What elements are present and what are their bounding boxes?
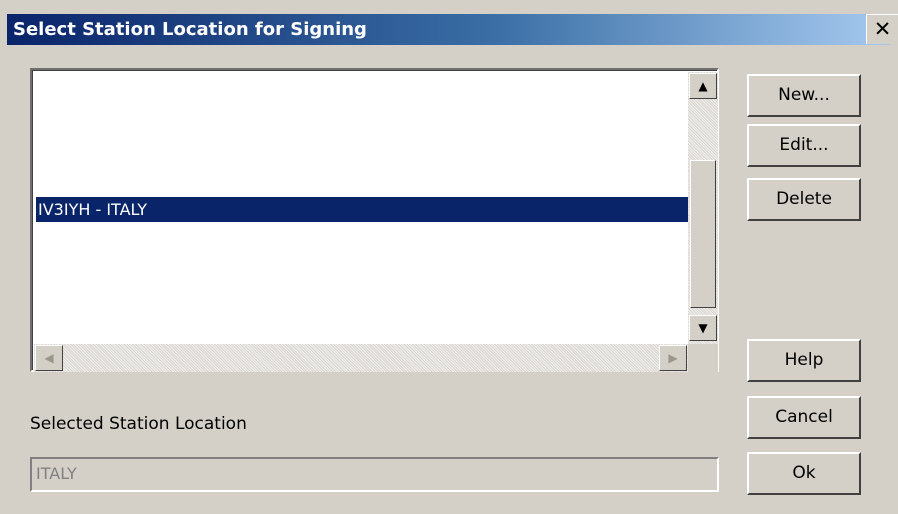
horizontal-scrollbar-track[interactable] — [34, 344, 688, 372]
edit-button[interactable]: Edit... — [747, 124, 861, 167]
dialog-title: Select Station Location for Signing — [13, 19, 367, 40]
close-icon[interactable]: ✕ — [866, 14, 898, 44]
cancel-button[interactable]: Cancel — [747, 396, 861, 439]
list-item-selected[interactable]: IV3IYH - ITALY — [36, 197, 688, 222]
title-bar[interactable]: Select Station Location for Signing — [7, 14, 890, 45]
ok-button[interactable]: Ok — [747, 452, 861, 495]
new-button[interactable]: New... — [747, 74, 861, 117]
scroll-right-icon[interactable]: ▶ — [659, 345, 687, 371]
scrollbar-corner — [688, 344, 718, 372]
selected-location-field[interactable]: ITALY — [30, 457, 719, 492]
station-location-list[interactable]: IV3IYH - ITALY ▲ ▼ ◀ ▶ — [30, 68, 719, 372]
selected-location-label: Selected Station Location — [30, 414, 247, 434]
scroll-down-icon[interactable]: ▼ — [689, 315, 717, 341]
scroll-left-icon[interactable]: ◀ — [35, 345, 63, 371]
delete-button[interactable]: Delete — [747, 178, 861, 221]
dialog-window: Select Station Location for Signing ✕ IV… — [0, 0, 898, 514]
scroll-up-icon[interactable]: ▲ — [689, 73, 717, 99]
vertical-scrollbar-thumb[interactable] — [690, 160, 716, 308]
help-button[interactable]: Help — [747, 339, 861, 382]
